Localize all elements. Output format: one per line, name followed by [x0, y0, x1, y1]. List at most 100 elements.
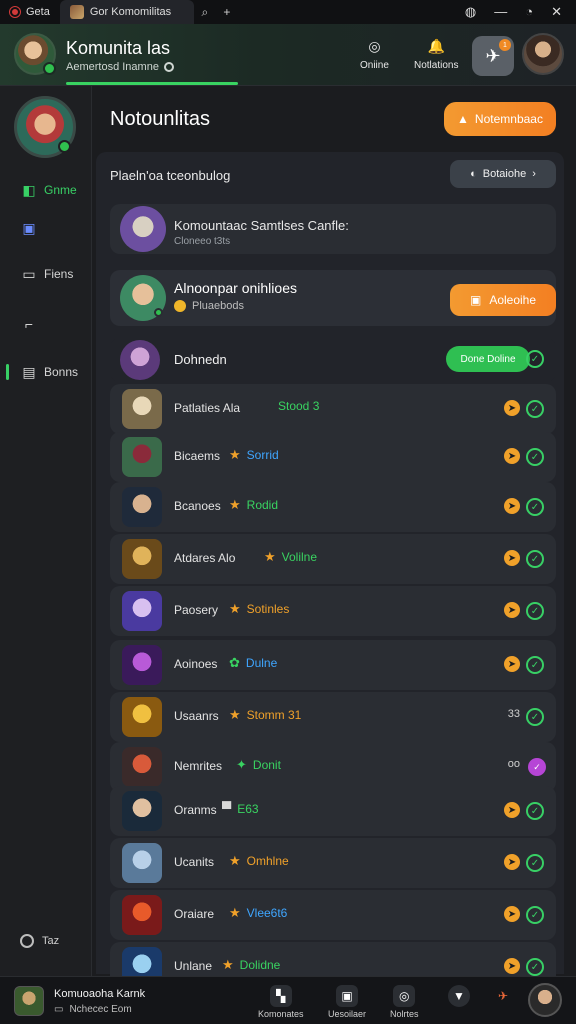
member-row-highlight[interactable]: Dohnedn Done Doline ✓: [110, 338, 556, 382]
check-icon[interactable]: ✓: [526, 448, 544, 466]
member-row[interactable]: Paosery ★ Sotinles ➤ ✓: [110, 586, 556, 636]
flag-icon: ▀: [222, 801, 232, 816]
header-progress-bar: [66, 82, 238, 85]
bottom-profile[interactable]: Komuoaoha Karnk ▭ Nchecec Eom: [14, 986, 145, 1016]
bottom-user-avatar[interactable]: [528, 983, 562, 1017]
member-row[interactable]: Oraiare ★ Vlee6t6 ➤ ✓: [110, 890, 556, 940]
member-name: Nemrites: [174, 759, 223, 773]
member-tag: ★ Rodid: [229, 497, 278, 513]
community-avatar[interactable]: [14, 33, 56, 75]
check-icon[interactable]: ✓: [526, 350, 544, 368]
member-name: Dohnedn: [174, 352, 227, 367]
toggle-icon: ◐: [470, 168, 477, 180]
send-icon[interactable]: ➤: [504, 550, 520, 566]
member-tag-label: Dulne: [245, 656, 278, 670]
member-name: Ucanits: [174, 855, 215, 869]
sidebar-item-games[interactable]: ◧ Gnme: [0, 182, 92, 198]
sidebar-item-library[interactable]: ▣: [0, 220, 92, 236]
member-tag-label: Vlee6t6: [246, 906, 288, 920]
send-icon[interactable]: ➤: [504, 656, 520, 672]
app-name: Geta: [26, 6, 50, 18]
featured-card[interactable]: Komountaac Samtlses Canfle: Cloneeo t3ts: [110, 204, 556, 254]
feature-button[interactable]: ✈ 1: [472, 36, 514, 76]
send-icon[interactable]: ➤: [504, 498, 520, 514]
check-icon[interactable]: ✓: [526, 854, 544, 872]
sidebar-item-arsenal[interactable]: ⌐: [0, 316, 92, 332]
member-name: Patlaties Ala: [174, 401, 241, 415]
bottom-nav-rocket[interactable]: ✈: [492, 985, 514, 1007]
send-icon[interactable]: ➤: [504, 448, 520, 464]
bottom-nav-notes[interactable]: ◎ Nolrtes: [390, 985, 419, 1019]
rocket-icon: ✈: [497, 989, 509, 1003]
github-icon[interactable]: ◍: [465, 4, 476, 20]
member-tag: ★ Vlee6t6: [229, 905, 287, 921]
primary-action-button[interactable]: ▲ Notemnbaac: [444, 102, 556, 136]
member-avatar: [122, 843, 162, 883]
bottom-nav-users[interactable]: ▣ Uesoilaer: [328, 985, 366, 1019]
member-row[interactable]: Oranms ▀ E63 ➤ ✓: [110, 786, 556, 836]
sidebar-item-label: Fiens: [44, 267, 74, 281]
member-name: Paosery: [174, 603, 219, 617]
sidebar-item-friends[interactable]: ▭ Fiens: [0, 266, 92, 282]
minimize-icon[interactable]: —: [494, 4, 507, 20]
check-icon[interactable]: ✓: [526, 550, 544, 568]
help-icon[interactable]: ◔: [525, 4, 533, 20]
check-icon[interactable]: ✓: [526, 958, 544, 976]
globe-icon: ◎: [368, 37, 381, 54]
member-avatar: [120, 340, 160, 380]
verified-icon[interactable]: ✓: [528, 758, 546, 776]
check-icon[interactable]: ✓: [526, 906, 544, 924]
bottom-bar: Komuoaoha Karnk ▭ Nchecec Eom ▚ Komonates…: [0, 976, 576, 1024]
browser-tab[interactable]: Gor Komomilitas: [59, 0, 194, 24]
check-icon[interactable]: ✓: [526, 498, 544, 516]
send-icon[interactable]: ➤: [504, 854, 520, 870]
member-row[interactable]: Ucanits ★ Omhlne ➤ ✓: [110, 838, 556, 888]
member-row[interactable]: Nemrites ✦ Donit oo ✓: [110, 742, 556, 792]
search-icon[interactable]: ⌕: [194, 5, 216, 20]
member-row[interactable]: Bcanoes ★ Rodid ➤ ✓: [110, 482, 556, 532]
star-icon: ★: [229, 707, 241, 722]
send-icon[interactable]: ➤: [504, 802, 520, 818]
card-avatar: [120, 206, 166, 252]
bottom-title: Komuoaoha Karnk: [54, 987, 146, 1000]
send-icon[interactable]: ➤: [504, 906, 520, 922]
bottom-nav-shield[interactable]: ▼: [448, 985, 470, 1007]
online-button[interactable]: ◎ Oniine: [360, 36, 389, 72]
member-row[interactable]: Usaanrs ★ Stomm 31 33 ✓: [110, 692, 556, 742]
member-row[interactable]: Atdares Alo ★ Volilne ➤ ✓: [110, 534, 556, 584]
plus-icon[interactable]: +: [216, 5, 238, 19]
sidebar-avatar[interactable]: [14, 96, 76, 158]
user-avatar[interactable]: [522, 33, 564, 75]
star-icon: ★: [229, 905, 241, 920]
member-row[interactable]: Bicaems ★ Sorrid ➤ ✓: [110, 432, 556, 482]
member-tag: ✿ Dulne: [229, 655, 277, 671]
check-icon[interactable]: ✓: [526, 656, 544, 674]
member-avatar: [122, 437, 162, 477]
online-indicator-icon: [58, 140, 71, 153]
app-label[interactable]: Geta: [0, 0, 60, 24]
member-row[interactable]: Aoinoes ✿ Dulne ➤ ✓: [110, 640, 556, 690]
section-button[interactable]: ◐ Botaiohe ›: [450, 160, 556, 188]
close-icon[interactable]: ✕: [551, 4, 562, 20]
send-icon[interactable]: ➤: [504, 602, 520, 618]
member-row[interactable]: Patlaties Ala Stood 3 ➤ ✓: [110, 384, 556, 434]
bottom-subtitle: ▭ Nchecec Eom: [54, 1003, 132, 1015]
status-pill[interactable]: Done Doline: [446, 346, 530, 372]
check-icon[interactable]: ✓: [526, 708, 544, 726]
sidebar-item-bonus[interactable]: ▤ Bonns: [0, 364, 92, 380]
invite-button[interactable]: ▣ Aoleoihe: [450, 284, 556, 316]
member-avatar: [122, 747, 162, 787]
check-icon[interactable]: ✓: [526, 602, 544, 620]
book-icon: ▣: [22, 219, 36, 236]
sidebar-footer[interactable]: Taz: [20, 934, 59, 948]
check-icon[interactable]: ✓: [526, 802, 544, 820]
invite-card[interactable]: Alnoonpar onihlioes Pluaebods ▣ Aoleoihe: [110, 270, 556, 326]
send-icon[interactable]: ➤: [504, 958, 520, 974]
send-icon[interactable]: ➤: [504, 400, 520, 416]
bottom-nav-communities[interactable]: ▚ Komonates: [258, 985, 304, 1019]
member-avatar: [122, 591, 162, 631]
check-icon[interactable]: ✓: [526, 400, 544, 418]
member-tag-label: Stood 3: [278, 399, 320, 413]
notifications-button[interactable]: 🔔 Notlations: [414, 36, 458, 72]
member-tag: ★ Volilne: [264, 549, 317, 565]
